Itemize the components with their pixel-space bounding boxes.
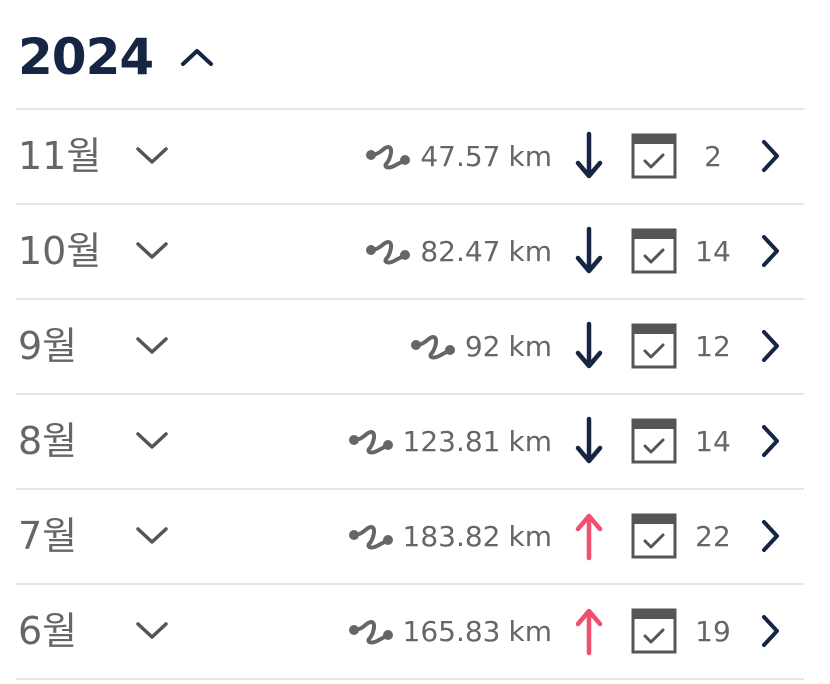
month-label: 9월 — [18, 324, 78, 368]
distance-unit: km — [508, 330, 553, 363]
month-row[interactable]: 11월 47.57 km 2 — [16, 108, 804, 203]
arrow-up-icon — [572, 605, 606, 657]
month-row[interactable]: 9월 92 km 12 — [16, 298, 804, 393]
month-row[interactable]: 8월 123.81 km 14 — [16, 393, 804, 488]
calendar-check-icon — [630, 132, 678, 180]
activity-count: 2 — [704, 140, 722, 173]
month-row[interactable]: 6월 165.83 km 19 — [16, 583, 804, 680]
distance-value: 123.81 — [402, 425, 501, 458]
arrow-down-icon — [572, 225, 606, 277]
chevron-up-icon[interactable] — [177, 37, 217, 77]
route-icon — [409, 332, 457, 362]
calendar-check-icon — [630, 512, 678, 560]
month-label: 6월 — [18, 609, 78, 653]
distance-value: 183.82 — [402, 520, 501, 553]
route-icon — [364, 237, 412, 267]
calendar-check-icon — [630, 417, 678, 465]
month-list: 11월 47.57 km 2 10월 82.47 km 14 9월 92 km 12 8월 123.81 k… — [16, 108, 804, 680]
chevron-down-icon[interactable] — [130, 136, 174, 176]
chevron-down-icon[interactable] — [130, 516, 174, 556]
distance-unit: km — [508, 425, 553, 458]
route-icon — [347, 617, 395, 647]
distance-group: 82.47 km — [364, 205, 552, 298]
activity-count: 22 — [695, 520, 731, 553]
calendar-check-icon — [630, 227, 678, 275]
calendar-check-icon — [630, 322, 678, 370]
chevron-right-icon[interactable] — [750, 421, 790, 461]
chevron-down-icon[interactable] — [130, 326, 174, 366]
month-row[interactable]: 10월 82.47 km 14 — [16, 203, 804, 298]
activity-count: 14 — [695, 235, 731, 268]
chevron-down-icon[interactable] — [130, 611, 174, 651]
month-row[interactable]: 7월 183.82 km 22 — [16, 488, 804, 583]
chevron-right-icon[interactable] — [750, 326, 790, 366]
activity-count: 19 — [695, 615, 731, 648]
chevron-right-icon[interactable] — [750, 136, 790, 176]
month-label: 10월 — [18, 229, 102, 273]
arrow-down-icon — [572, 130, 606, 182]
distance-unit: km — [508, 615, 553, 648]
chevron-right-icon[interactable] — [750, 516, 790, 556]
month-label: 11월 — [18, 134, 102, 178]
distance-group: 92 km — [409, 300, 552, 393]
distance-value: 92 — [464, 330, 501, 363]
arrow-down-icon — [572, 320, 606, 372]
year-header[interactable]: 2024 — [18, 22, 217, 92]
chevron-down-icon[interactable] — [130, 231, 174, 271]
distance-unit: km — [508, 520, 553, 553]
chevron-down-icon[interactable] — [130, 421, 174, 461]
distance-group: 47.57 km — [364, 110, 552, 203]
chevron-right-icon[interactable] — [750, 611, 790, 651]
activity-count: 14 — [695, 425, 731, 458]
distance-unit: km — [508, 140, 553, 173]
activity-count: 12 — [695, 330, 731, 363]
arrow-up-icon — [572, 510, 606, 562]
month-label: 8월 — [18, 419, 78, 463]
year-title: 2024 — [18, 28, 154, 86]
distance-group: 165.83 km — [347, 585, 552, 678]
arrow-down-icon — [572, 415, 606, 467]
calendar-check-icon — [630, 607, 678, 655]
distance-value: 165.83 — [402, 615, 501, 648]
distance-group: 123.81 km — [347, 395, 552, 488]
distance-value: 82.47 — [420, 235, 501, 268]
chevron-right-icon[interactable] — [750, 231, 790, 271]
route-icon — [347, 522, 395, 552]
distance-group: 183.82 km — [347, 490, 552, 583]
route-icon — [364, 142, 412, 172]
month-label: 7월 — [18, 514, 78, 558]
distance-unit: km — [508, 235, 553, 268]
route-icon — [347, 427, 395, 457]
distance-value: 47.57 — [420, 140, 501, 173]
